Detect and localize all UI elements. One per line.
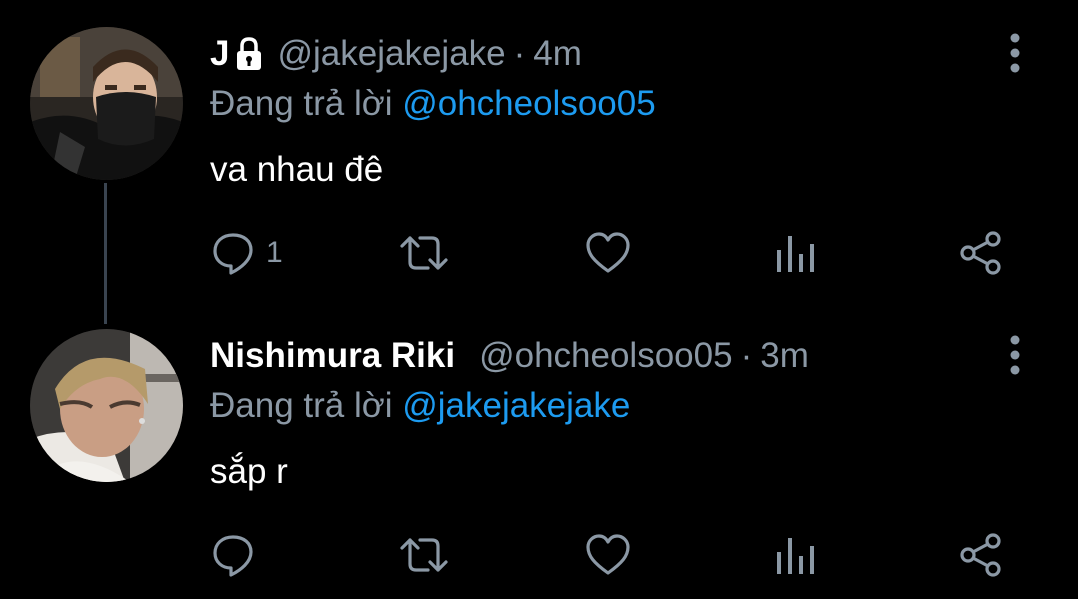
tweet-actions xyxy=(210,530,1030,580)
replying-to-line: Đang trả lời @jakejakejake xyxy=(210,386,630,426)
lock-icon xyxy=(237,37,262,70)
share-button[interactable] xyxy=(958,530,1004,580)
username-handle[interactable]: @ohcheolsoo05 xyxy=(479,336,733,376)
replying-to-line: Đang trả lời @ohcheolsoo05 xyxy=(210,84,656,124)
analytics-icon xyxy=(777,236,814,272)
reply-mention-link[interactable]: @jakejakejake xyxy=(402,386,630,425)
avatar-image xyxy=(30,329,183,482)
like-button[interactable] xyxy=(584,228,632,278)
vertical-ellipsis-icon[interactable] xyxy=(1002,335,1028,375)
reply-button[interactable]: 1 xyxy=(210,228,283,278)
analytics-button[interactable] xyxy=(773,530,817,580)
heart-icon xyxy=(586,232,630,273)
reply-button[interactable] xyxy=(210,530,266,580)
reply-count: 1 xyxy=(266,236,283,269)
separator-dot: · xyxy=(513,34,526,73)
reply-mention-link[interactable]: @ohcheolsoo05 xyxy=(402,84,656,123)
share-icon xyxy=(960,231,1001,275)
username-handle[interactable]: @jakejakejake xyxy=(277,34,505,74)
tweet-actions: 1 xyxy=(210,228,1030,278)
timestamp[interactable]: 3m xyxy=(760,336,809,376)
tweet-text: sắp r xyxy=(210,452,288,491)
replying-to-label: Đang trả lời xyxy=(210,84,393,123)
retweet-button[interactable] xyxy=(398,228,450,278)
tweet-text: va nhau đê xyxy=(210,150,384,189)
avatar[interactable] xyxy=(30,329,183,482)
like-button[interactable] xyxy=(584,530,632,580)
heart-icon xyxy=(586,534,630,575)
vertical-ellipsis-icon[interactable] xyxy=(1002,33,1028,73)
reply-icon xyxy=(213,535,253,577)
reply-icon xyxy=(213,233,253,275)
share-button[interactable] xyxy=(958,228,1004,278)
retweet-icon xyxy=(400,538,448,572)
retweet-button[interactable] xyxy=(398,530,450,580)
replying-to-label: Đang trả lời xyxy=(210,386,393,425)
share-icon xyxy=(960,533,1001,577)
separator-dot: · xyxy=(740,336,753,375)
avatar-image xyxy=(30,27,183,180)
display-name[interactable]: Nishimura Riki xyxy=(210,336,455,376)
tweet-thread: J @jakejakejake · 4m Đang trả lời @ohche… xyxy=(0,0,1078,599)
retweet-icon xyxy=(400,236,448,270)
avatar[interactable] xyxy=(30,27,183,180)
display-name[interactable]: J xyxy=(210,34,229,74)
thread-connector-line xyxy=(104,183,107,324)
timestamp[interactable]: 4m xyxy=(533,34,582,74)
analytics-button[interactable] xyxy=(773,228,817,278)
analytics-icon xyxy=(777,538,814,574)
